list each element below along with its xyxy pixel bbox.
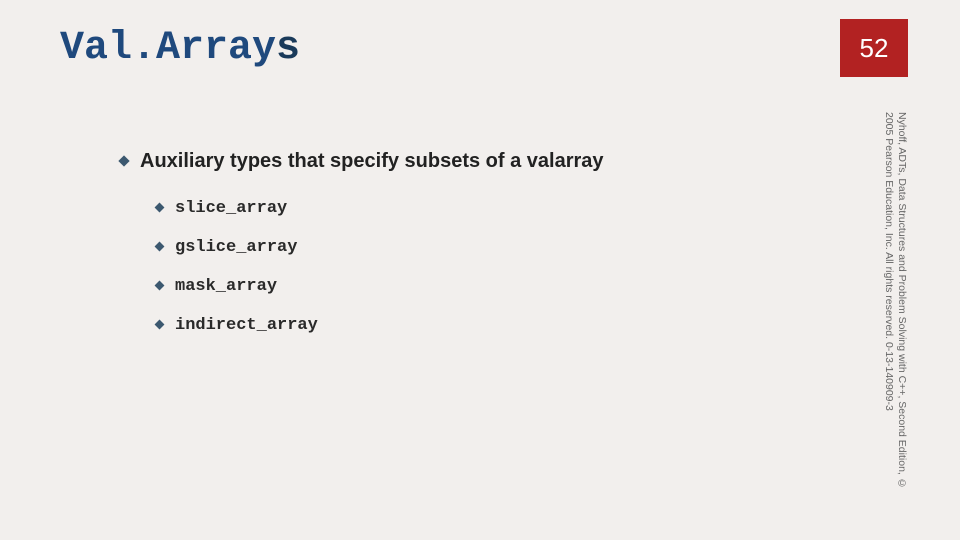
page-number-badge: 52 [840, 19, 908, 77]
item-text: mask_array [175, 277, 277, 296]
slide-title: Val.Arrays [0, 26, 300, 71]
list-item: indirect_array [156, 316, 840, 335]
title-main: Val.Array [60, 26, 276, 71]
item-text: gslice_array [175, 238, 297, 257]
citation-sidebar: Nyhoff, ADTs, Data Structures and Proble… [864, 112, 908, 492]
list-item: slice_array [156, 199, 840, 218]
page-number: 52 [860, 33, 889, 64]
diamond-bullet-icon [118, 155, 129, 166]
citation-text: Nyhoff, ADTs, Data Structures and Proble… [883, 112, 908, 490]
list-item: mask_array [156, 277, 840, 296]
sub-bullet-list: slice_array gslice_array mask_array indi… [120, 199, 840, 335]
item-text: indirect_array [175, 316, 318, 335]
diamond-bullet-icon [155, 242, 165, 252]
bullet-heading: Auxiliary types that specify subsets of … [120, 150, 840, 173]
diamond-bullet-icon [155, 203, 165, 213]
slide-header: Val.Arrays 52 [0, 0, 960, 96]
slide-body: Auxiliary types that specify subsets of … [120, 150, 840, 355]
diamond-bullet-icon [155, 320, 165, 330]
diamond-bullet-icon [155, 281, 165, 291]
item-text: slice_array [175, 199, 287, 218]
title-suffix: s [276, 26, 300, 71]
list-item: gslice_array [156, 238, 840, 257]
heading-text: Auxiliary types that specify subsets of … [140, 150, 604, 173]
